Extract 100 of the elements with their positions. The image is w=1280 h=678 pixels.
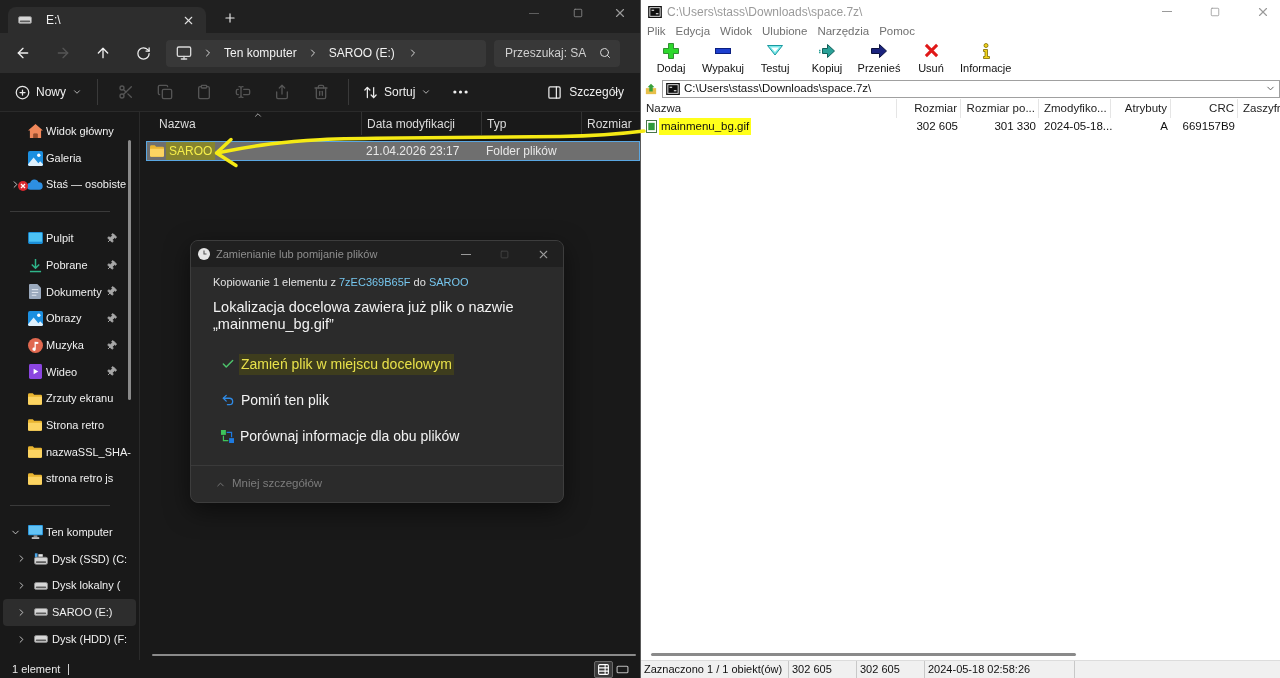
maximize-icon xyxy=(1210,6,1220,17)
folder-icon xyxy=(28,392,42,405)
sidebar-item[interactable]: Wideo xyxy=(3,358,136,386)
dialog-title: Zamienianie lub pomijanie plików xyxy=(216,246,378,262)
skip-file-option[interactable]: Pomiń ten plik xyxy=(221,389,331,411)
drive-icon xyxy=(34,581,48,590)
details-view-button[interactable] xyxy=(594,660,613,678)
table-cell-text: 669157B9 xyxy=(1181,119,1236,134)
sidebar-item[interactable]: Pulpit xyxy=(3,225,136,252)
delete-button[interactable]: Usuń xyxy=(905,42,957,75)
sidebar-item[interactable]: Widok główny xyxy=(3,118,136,145)
desktop-icon xyxy=(27,232,43,245)
scrollbar-thumb[interactable] xyxy=(651,652,1076,656)
status-field: 2024-05-18 02:58:26 xyxy=(925,661,1075,678)
path-combobox[interactable]: C:\Users\stass\Downloads\space.7z\ xyxy=(662,79,1280,98)
x-icon xyxy=(923,43,939,58)
sort-button[interactable]: Sortuj xyxy=(357,77,438,107)
menu-item[interactable]: Widok xyxy=(715,23,757,41)
browser-tab[interactable]: E:\ xyxy=(8,7,206,33)
picture-icon xyxy=(27,310,43,326)
clock-icon xyxy=(198,248,210,260)
item-count: 1 element xyxy=(12,661,61,677)
column-header[interactable]: Zaszyfr xyxy=(1238,99,1280,118)
column-header[interactable]: CRC xyxy=(1171,99,1238,118)
menu-item[interactable]: Plik xyxy=(642,23,671,41)
breadcrumb-item[interactable]: Ten komputer xyxy=(224,44,297,62)
menu-item[interactable]: Edycja xyxy=(670,23,716,41)
sidebar-item[interactable]: Zrzuty ekranu xyxy=(3,385,136,412)
folder-icon xyxy=(150,145,164,157)
caret-icon xyxy=(421,87,432,97)
sidebar-item[interactable]: Pobrane xyxy=(3,251,136,279)
status-field: Zaznaczono 1 / 1 obiekt(ów) xyxy=(641,661,789,678)
cloud-icon xyxy=(27,179,43,191)
more-icon xyxy=(452,90,468,94)
sidebar-item[interactable]: strona retro js xyxy=(3,465,136,492)
destination-link[interactable]: SAROO xyxy=(428,276,469,288)
music-note-icon xyxy=(27,337,43,353)
sidebar-item[interactable]: Dokumenty xyxy=(3,278,136,306)
caret-icon xyxy=(72,87,82,97)
add-button[interactable]: Dodaj xyxy=(645,42,697,75)
table-cell-text: 2024-05-18... xyxy=(1043,119,1111,134)
folder-icon xyxy=(28,419,42,432)
breadcrumb-item[interactable]: SAROO (E:) xyxy=(328,44,395,62)
test-button[interactable]: Testuj xyxy=(749,42,801,75)
table-cell-text: 302 605 xyxy=(915,119,959,134)
window-title: C:\Users\stass\Downloads\space.7z\ xyxy=(667,3,863,21)
sidebar-item[interactable]: Strona retro xyxy=(3,411,136,439)
triangle-down-icon xyxy=(767,45,783,56)
search-field[interactable]: Przeszukaj: SA xyxy=(494,39,620,67)
list-view-icon xyxy=(597,662,610,676)
extract-button[interactable]: Wypakuj xyxy=(697,42,749,75)
scrollbar-thumb[interactable] xyxy=(128,140,131,400)
drive-icon xyxy=(34,635,48,644)
column-header[interactable]: Zmodyfiko... xyxy=(1039,99,1111,118)
menu-item[interactable]: Pomoc xyxy=(874,23,920,41)
sidebar-item[interactable]: Dysk (SSD) (C: xyxy=(3,545,136,573)
close-icon xyxy=(613,6,627,20)
conflict-message: Lokalizacja docelowa zawiera już plik o nazwie „mainmenu_bg.gif” xyxy=(213,299,515,333)
sidebar-item[interactable]: SAROO (E:) xyxy=(3,599,136,626)
move-button[interactable]: Przenieś xyxy=(853,42,905,75)
folder-icon xyxy=(28,472,42,485)
column-header[interactable]: Rozmiar po... xyxy=(961,99,1039,118)
up-folder-icon xyxy=(645,82,657,95)
details-pane-button[interactable]: Szczegóły xyxy=(541,77,630,107)
picture-icon xyxy=(27,150,43,166)
search-icon xyxy=(599,47,611,59)
minimize-icon xyxy=(1162,11,1172,12)
sidebar-item[interactable]: Staś — osobiste xyxy=(3,171,136,199)
column-header[interactable]: Rozmiar xyxy=(897,99,961,118)
column-header[interactable]: Data modyfikacji xyxy=(361,112,481,135)
sort-arrows-icon xyxy=(363,84,378,100)
app-logo-icon xyxy=(666,82,680,95)
sidebar-item[interactable]: Ten komputer xyxy=(3,518,136,546)
sidebar-item[interactable]: Dysk (HDD) (F: xyxy=(3,625,136,653)
source-link[interactable]: 7zEC369B65F xyxy=(339,276,411,288)
menu-item[interactable]: Ulubione xyxy=(757,23,813,41)
menu-item[interactable]: Narzędzia xyxy=(812,23,875,41)
new-button[interactable]: Nowy xyxy=(8,77,89,107)
scrollbar-thumb[interactable] xyxy=(152,654,636,656)
image-file-icon xyxy=(646,120,657,134)
file-name[interactable]: mainmenu_bg.gif xyxy=(659,118,752,136)
column-header[interactable]: Atrybuty xyxy=(1111,99,1171,118)
file-type: Folder plików xyxy=(485,143,558,160)
address-bar[interactable]: Ten komputer SAROO (E:) xyxy=(166,39,486,67)
sidebar-item[interactable]: Galeria xyxy=(3,144,136,172)
column-header[interactable]: Nazwa xyxy=(146,112,361,135)
sidebar-item[interactable]: Dysk lokalny ( xyxy=(3,572,136,599)
info-icon xyxy=(981,42,990,59)
computer-icon xyxy=(176,45,192,61)
arrow-right-icon xyxy=(871,43,887,58)
sidebar-item[interactable]: Muzyka xyxy=(3,331,136,359)
compare-files-option[interactable]: Porównaj informacje dla obu plików xyxy=(221,425,462,447)
status-field: 302 605 xyxy=(857,661,925,678)
info-button[interactable]: Informacje xyxy=(957,42,1015,75)
file-row[interactable]: SAROO 21.04.2026 23:17 Folder plików xyxy=(146,141,640,161)
column-header[interactable]: Typ xyxy=(481,112,581,135)
sidebar-item[interactable]: nazwaSSL_SHA- xyxy=(3,438,136,466)
sidebar-item[interactable]: Obrazy xyxy=(3,305,136,332)
copy-button[interactable]: Kopiuj xyxy=(801,42,853,75)
plus-circle-icon xyxy=(15,84,30,100)
